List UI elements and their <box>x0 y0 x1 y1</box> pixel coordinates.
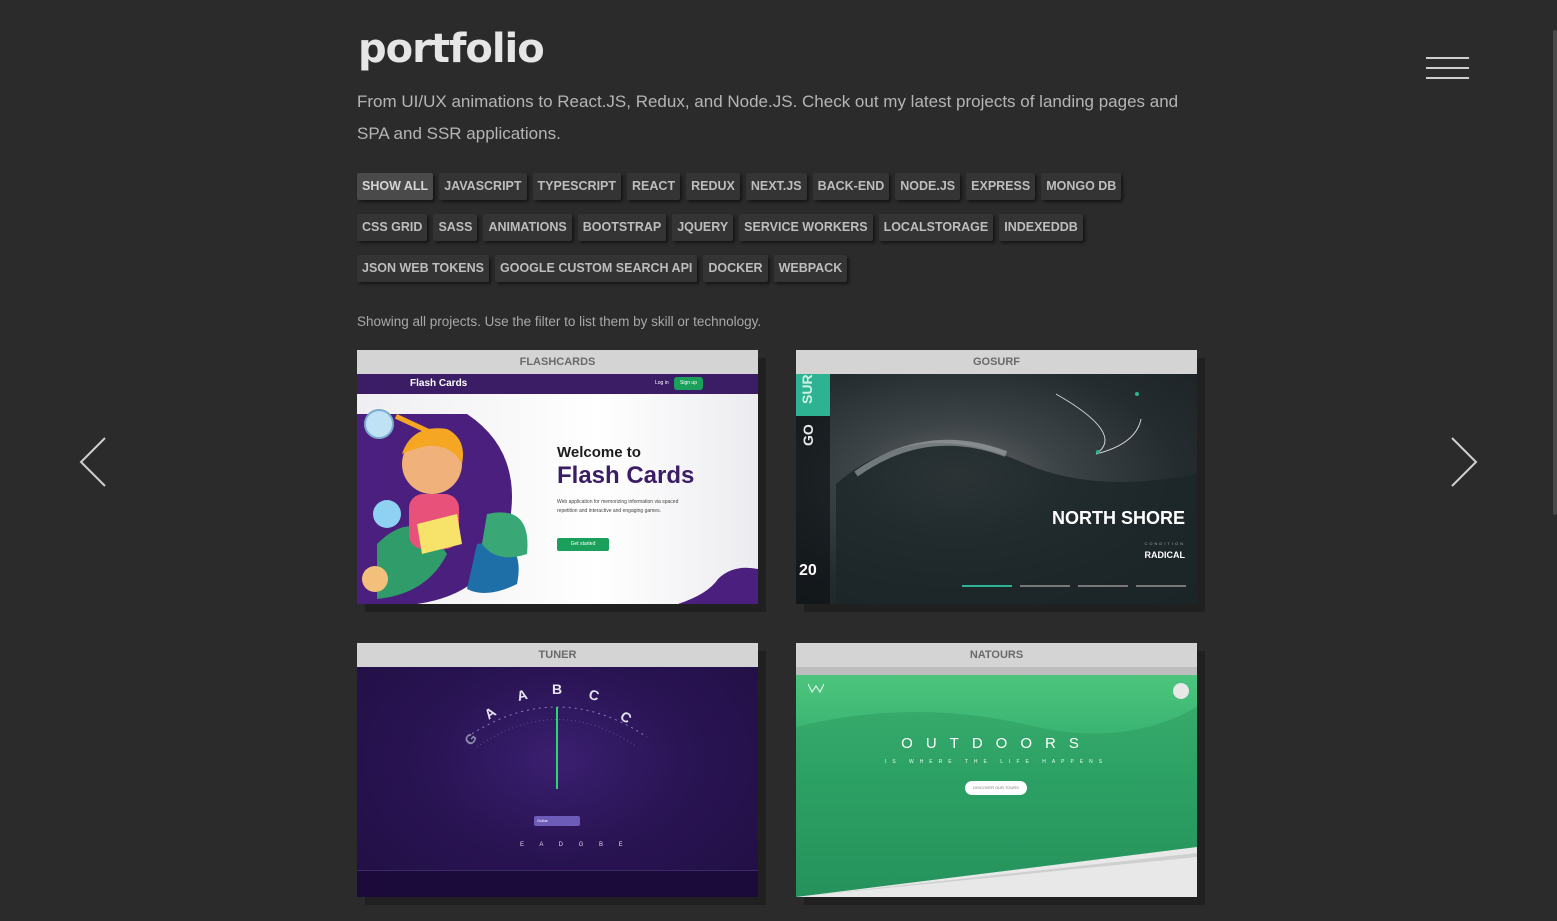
filter-google-custom-search-api[interactable]: GOOGLE CUSTOM SEARCH API <box>495 255 698 282</box>
project-preview: G A A B C C Guitar E A D G B E <box>357 667 758 897</box>
filter-indexeddb[interactable]: INDEXEDDB <box>999 214 1083 241</box>
filter-json-web-tokens[interactable]: JSON WEB TOKENS <box>357 255 490 282</box>
preview-slide-bar <box>1136 585 1186 587</box>
preview-app-name: Flash Cards <box>410 378 468 389</box>
preview-brand-bottom: GO <box>800 424 816 446</box>
hamburger-menu-icon[interactable] <box>1426 57 1469 81</box>
showing-text: Showing all projects. Use the filter to … <box>357 314 762 329</box>
preview-welcome: Welcome to <box>557 444 641 461</box>
filter-docker[interactable]: DOCKER <box>703 255 768 282</box>
filter-redux[interactable]: REDUX <box>686 173 740 200</box>
filter-webpack[interactable]: WEBPACK <box>773 255 848 282</box>
child-reading-illustration <box>357 409 528 604</box>
filter-typescript[interactable]: TYPESCRIPT <box>532 173 622 200</box>
preview-slide-bar <box>1078 585 1128 587</box>
project-card-tuner[interactable]: TUNER G A A B C C Guitar E A D G B E <box>357 643 758 897</box>
preview-day: 20 <box>799 562 817 579</box>
filter-react[interactable]: REACT <box>627 173 681 200</box>
preview-headline: Flash Cards <box>557 462 695 489</box>
natours-logo-icon <box>808 683 824 693</box>
project-card-flashcards[interactable]: FLASHCARDS Flash Cards Log in Sign up We… <box>357 350 758 604</box>
preview-footer <box>357 870 758 897</box>
decorative-wave <box>678 567 758 604</box>
project-title: FLASHCARDS <box>357 350 758 374</box>
preview-login: Log in <box>655 380 669 386</box>
project-title: GOSURF <box>796 350 1197 374</box>
project-preview: OUTDOORS IS WHERE THE LIFE HAPPENS DISCO… <box>796 667 1197 897</box>
preview-cta: Get started <box>557 538 609 551</box>
page-scrollbar[interactable] <box>1553 30 1557 515</box>
filter-nextjs[interactable]: NEXT.JS <box>745 173 807 200</box>
preview-cta: DISCOVER OUR TOURS <box>965 781 1027 795</box>
preview-signup: Sign up <box>674 377 703 390</box>
filter-service-workers[interactable]: SERVICE WORKERS <box>739 214 873 241</box>
filter-express[interactable]: EXPRESS <box>966 173 1036 200</box>
tuner-note: B <box>552 681 563 697</box>
preview-brand-top: SURF <box>799 374 815 404</box>
filter-show-all[interactable]: SHOW ALL <box>357 173 434 200</box>
filter-sass[interactable]: SASS <box>433 214 478 241</box>
filter-list: SHOW ALL JAVASCRIPT TYPESCRIPT REACT REDUX NE… <box>357 173 1187 296</box>
tuner-needle <box>556 707 558 789</box>
site-logo[interactable]: portfolio <box>358 26 545 72</box>
project-card-natours[interactable]: NATOURS OUTDOORS IS WHERE THE LIFE HAPPE… <box>796 643 1197 897</box>
preview-condition-label: CONDITION <box>1144 541 1185 546</box>
project-title: TUNER <box>357 643 758 667</box>
filter-back-end[interactable]: BACK-END <box>812 173 890 200</box>
filter-bootstrap[interactable]: BOOTSTRAP <box>577 214 667 241</box>
preview-slide-bar <box>1020 585 1070 587</box>
filter-javascript[interactable]: JAVASCRIPT <box>439 173 527 200</box>
wave-illustration <box>836 392 1197 604</box>
filter-nodejs[interactable]: NODE.JS <box>895 173 961 200</box>
filter-css-grid[interactable]: CSS GRID <box>357 214 428 241</box>
preview-headline: OUTDOORS <box>901 735 1092 752</box>
preview-description: Web application for memorizing informati… <box>557 499 679 514</box>
preview-instrument-select: Guitar <box>534 816 580 826</box>
project-preview: Flash Cards Log in Sign up Welcome to Fl… <box>357 374 758 604</box>
filter-localstorage[interactable]: LOCALSTORAGE <box>878 214 994 241</box>
preview-strings: E A D G B E <box>520 842 630 848</box>
project-title: NATOURS <box>796 643 1197 667</box>
preview-slide-bar <box>962 585 1012 587</box>
chat-icon <box>1173 683 1189 699</box>
filter-mongo-db[interactable]: MONGO DB <box>1041 173 1122 200</box>
intro-text: From UI/UX animations to React.JS, Redux… <box>357 92 1179 143</box>
preview-subline: IS WHERE THE LIFE HAPPENS <box>884 759 1109 765</box>
filter-animations[interactable]: ANIMATIONS <box>483 214 572 241</box>
filter-jquery[interactable]: JQUERY <box>672 214 734 241</box>
project-card-gosurf[interactable]: GOSURF SURF GO 20 NORTH SHORE CONDITION … <box>796 350 1197 604</box>
chevron-right-icon[interactable] <box>1444 436 1484 488</box>
chevron-left-icon[interactable] <box>73 436 113 488</box>
project-preview: SURF GO 20 NORTH SHORE CONDITION RADICAL <box>796 374 1197 604</box>
preview-location: NORTH SHORE <box>1051 508 1185 528</box>
preview-condition: RADICAL <box>1144 550 1186 560</box>
